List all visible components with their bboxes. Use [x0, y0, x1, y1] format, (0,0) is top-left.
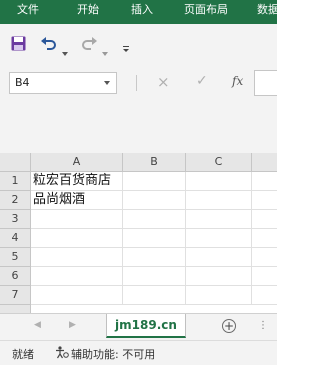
tab-page-layout[interactable]: 页面布局 — [176, 0, 236, 24]
cell-B4[interactable] — [123, 229, 186, 248]
cell-partial[interactable] — [252, 267, 277, 286]
cell-text: 粒宏百货商店 — [33, 173, 112, 188]
cell-A2[interactable]: 品尚烟酒 — [31, 191, 123, 210]
row-header[interactable]: 2 — [0, 191, 31, 210]
spreadsheet-grid: A B C 1 2 3 4 5 6 7 粒宏百货商店 品尚烟酒 — [0, 153, 277, 313]
accessibility-icon[interactable] — [55, 346, 69, 362]
tab-file[interactable]: 文件 — [10, 0, 46, 24]
cell-partial[interactable] — [252, 210, 277, 229]
quick-access-toolbar — [0, 24, 277, 65]
cancel-icon[interactable]: × — [157, 73, 170, 91]
cell-B1[interactable] — [123, 172, 186, 191]
scroll-left-icon[interactable]: ◀ — [34, 320, 41, 330]
column-header[interactable]: C — [186, 153, 252, 172]
cell-A4[interactable] — [31, 229, 123, 248]
row-header[interactable] — [0, 305, 31, 313]
cell-C1[interactable] — [186, 172, 252, 191]
row-header[interactable]: 6 — [0, 267, 31, 286]
cell-B3[interactable] — [123, 210, 186, 229]
cell-C2[interactable] — [186, 191, 252, 210]
more-sheets-icon[interactable]: ⋮ — [258, 320, 268, 331]
column-header[interactable] — [252, 153, 277, 172]
enter-icon[interactable]: ✓ — [196, 73, 208, 89]
scroll-right-icon[interactable]: ▶ — [69, 320, 76, 330]
cell-A7[interactable] — [31, 286, 123, 305]
sheet-tab-active[interactable]: jm189.cn — [106, 314, 186, 338]
name-box-value: B4 — [15, 76, 30, 89]
formula-input[interactable] — [254, 70, 277, 96]
cell-partial[interactable] — [252, 172, 277, 191]
select-all-corner[interactable] — [0, 153, 31, 172]
chevron-down-icon[interactable] — [104, 81, 110, 85]
divider — [136, 75, 137, 91]
customize-icon[interactable] — [122, 38, 130, 57]
cell-partial[interactable] — [252, 191, 277, 210]
save-icon[interactable] — [11, 36, 26, 55]
cell-B6[interactable] — [123, 267, 186, 286]
cell-C7[interactable] — [186, 286, 252, 305]
undo-dropdown-icon[interactable] — [62, 41, 68, 60]
row-header[interactable]: 7 — [0, 286, 31, 305]
tab-home[interactable]: 开始 — [68, 0, 108, 24]
formula-bar-area: B4 × ✓ fx — [0, 64, 277, 156]
accessibility-status[interactable]: 辅助功能: 不可用 — [71, 346, 155, 362]
ribbon-tab-bar: 文件 开始 插入 页面布局 数据 — [0, 0, 279, 24]
cell-C3[interactable] — [186, 210, 252, 229]
cell-C4[interactable] — [186, 229, 252, 248]
row-header[interactable]: 1 — [0, 172, 31, 191]
sheet-tab-bar: ◀ ▶ jm189.cn + ⋮ — [0, 313, 277, 341]
cell-C5[interactable] — [186, 248, 252, 267]
cell-A5[interactable] — [31, 248, 123, 267]
cell-partial[interactable] — [252, 248, 277, 267]
cell-B7[interactable] — [123, 286, 186, 305]
add-sheet-button[interactable]: + — [222, 319, 236, 333]
row-header[interactable]: 5 — [0, 248, 31, 267]
row-header[interactable]: 4 — [0, 229, 31, 248]
tab-insert[interactable]: 插入 — [122, 0, 162, 24]
cell-text: 品尚烟酒 — [33, 192, 86, 207]
undo-icon[interactable] — [40, 36, 58, 55]
ready-status: 就绪 — [12, 348, 34, 361]
row-header[interactable]: 3 — [0, 210, 31, 229]
cell-partial[interactable] — [252, 286, 277, 305]
column-header[interactable]: B — [123, 153, 186, 172]
cell-B5[interactable] — [123, 248, 186, 267]
cell-C6[interactable] — [186, 267, 252, 286]
cell-partial[interactable] — [252, 229, 277, 248]
redo-icon[interactable] — [80, 36, 98, 55]
column-header[interactable]: A — [31, 153, 123, 172]
insert-function-icon[interactable]: fx — [232, 74, 243, 88]
cell-A6[interactable] — [31, 267, 123, 286]
tab-data[interactable]: 数据 — [248, 0, 288, 24]
name-box[interactable]: B4 — [9, 72, 117, 94]
cell-A1[interactable]: 粒宏百货商店 — [31, 172, 123, 191]
cell-B2[interactable] — [123, 191, 186, 210]
redo-dropdown-icon[interactable] — [102, 41, 108, 60]
status-bar: 就绪 辅助功能: 不可用 — [0, 340, 277, 365]
cell-A3[interactable] — [31, 210, 123, 229]
